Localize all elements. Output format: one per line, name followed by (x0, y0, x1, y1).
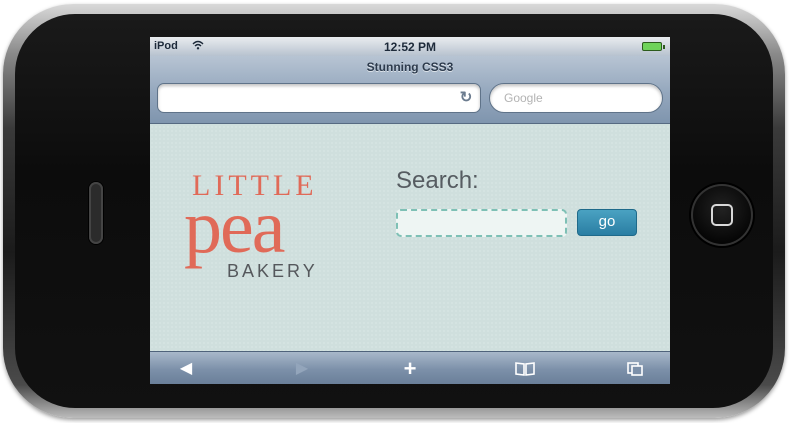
speaker-slot (89, 182, 103, 244)
browser-top-bar: Stunning CSS3 ↻ Google (150, 56, 670, 124)
search-input[interactable] (396, 209, 567, 237)
url-field[interactable]: ↻ (157, 83, 481, 113)
logo-text-bottom: BAKERY (227, 261, 318, 281)
bookmarks-icon[interactable] (510, 358, 540, 380)
logo-text-main: pea (184, 185, 285, 269)
page-title: Stunning CSS3 (366, 60, 454, 74)
pages-icon[interactable] (620, 358, 650, 380)
back-icon[interactable]: ◀ (171, 358, 201, 380)
google-search-field[interactable]: Google (489, 83, 663, 113)
page-content: LITTLE pea BAKERY Search: go (150, 125, 670, 351)
search-label: Search: (396, 167, 479, 194)
reload-icon[interactable]: ↻ (458, 90, 474, 106)
home-button[interactable] (691, 184, 753, 246)
status-bar: iPod 12:52 PM (150, 37, 670, 56)
forward-icon[interactable]: ▶ (287, 358, 317, 380)
go-button[interactable]: go (577, 209, 637, 236)
browser-toolbar: ◀ ▶ + (150, 351, 670, 384)
home-square-icon (711, 204, 733, 226)
device-screen: iPod 12:52 PM Stunning CSS3 ↻ Google LIT… (150, 37, 670, 384)
battery-icon (642, 42, 665, 51)
add-bookmark-icon[interactable]: + (395, 358, 425, 380)
status-time: 12:52 PM (383, 40, 437, 54)
bakery-logo: LITTLE pea BAKERY (180, 169, 350, 289)
